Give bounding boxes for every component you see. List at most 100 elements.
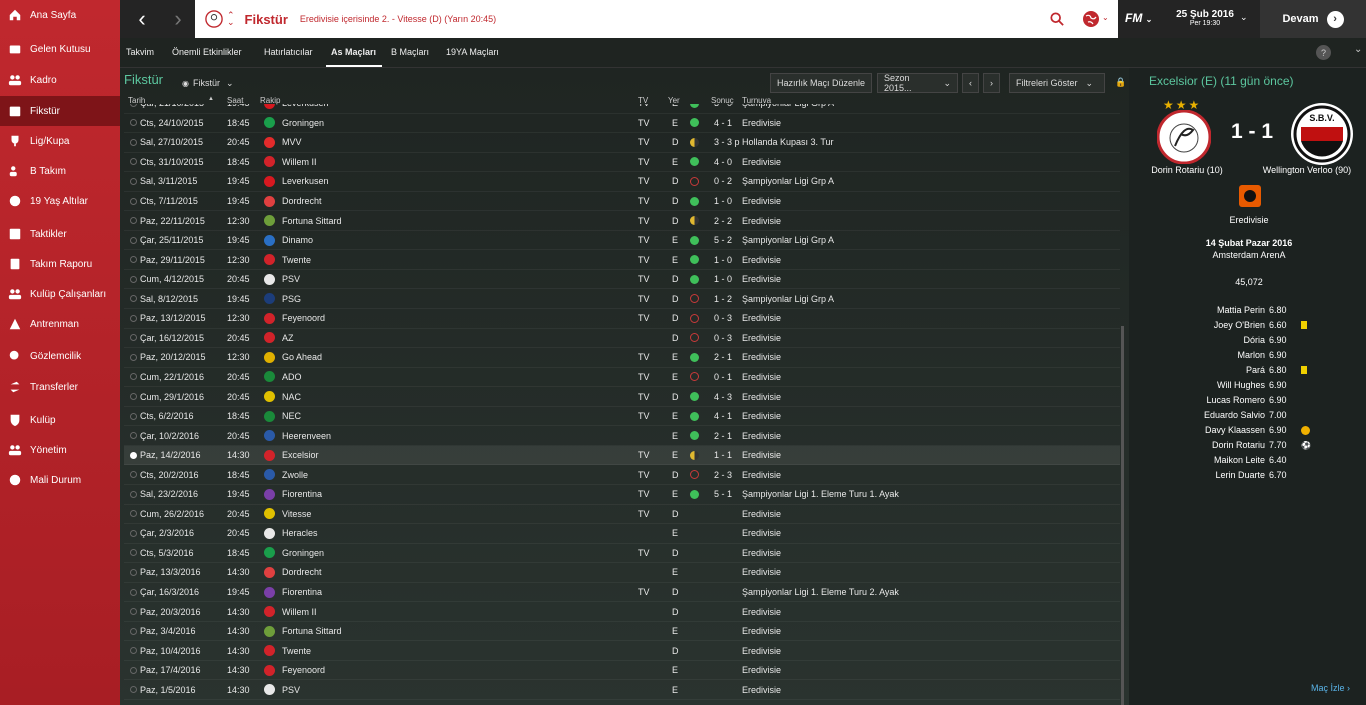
sidebar-item-transferler[interactable]: Transferler [0,372,120,402]
fixture-opponent[interactable]: Leverkusen [282,176,329,186]
fixture-competition[interactable]: Eredivisie [742,646,781,656]
row-select-radio[interactable] [130,295,137,303]
row-select-radio[interactable] [130,432,137,440]
row-select-radio[interactable] [130,104,137,107]
sidebar-item-antrenman[interactable]: Antrenman [0,309,120,339]
fixture-opponent[interactable]: NAC [282,392,301,402]
help-icon[interactable]: ? [1316,45,1331,60]
fixture-competition[interactable]: Eredivisie [742,255,781,265]
row-select-radio[interactable] [130,119,137,127]
fixture-competition[interactable]: Eredivisie [742,392,781,402]
fixture-opponent[interactable]: Dordrecht [282,567,322,577]
arrange-friendly-button[interactable]: Hazırlık Maçı Düzenle [770,73,873,93]
fixture-opponent[interactable]: Feyenoord [282,313,325,323]
scrollbar[interactable] [1121,326,1124,705]
fixture-opponent[interactable]: Heerenveen [282,431,331,441]
fixture-opponent[interactable]: Zwolle [282,470,308,480]
table-row[interactable]: Paz, 10/4/2016 14:30 Twente D Eredivisie [124,641,1120,661]
table-row[interactable]: Cts, 20/2/2016 18:45 Zwolle TV D 2 - 3 Eredivi… [124,465,1120,485]
row-select-radio[interactable] [130,256,137,264]
table-row[interactable]: Cts, 5/3/2016 18:45 Groningen TV D Eredivisie [124,544,1120,564]
fixture-competition[interactable]: Eredivisie [742,567,781,577]
row-select-radio[interactable] [130,393,137,400]
tab-hatirlaticilar[interactable]: Hatırlatıcılar [264,47,313,57]
row-select-radio[interactable] [130,177,137,185]
fixture-opponent[interactable]: Dinamo [282,235,313,245]
table-row[interactable]: Paz, 1/5/2016 14:30 PSV E Eredivisie [124,681,1120,700]
fixture-competition[interactable]: Eredivisie [742,450,781,460]
table-row[interactable]: Cts, 7/11/2015 19:45 Dordrecht TV D 1 - 0 Ered… [124,192,1120,212]
fixture-competition[interactable]: Eredivisie [742,196,781,206]
fixture-competition[interactable]: Eredivisie [742,470,781,480]
fixture-opponent[interactable]: MVV [282,137,302,147]
fixture-competition[interactable]: Eredivisie [742,509,781,519]
row-select-radio[interactable] [130,314,137,322]
fixture-competition[interactable]: Şampiyonlar Ligi Grp A [742,235,834,245]
next-match-info[interactable]: Eredivisie içerisinde 2. - Vitesse (D) (… [300,14,496,24]
fixture-competition[interactable]: Eredivisie [742,626,781,636]
fixture-opponent[interactable]: AZ [282,333,294,343]
sidebar-item-fikstür[interactable]: Fikstür [0,96,120,126]
table-row[interactable]: Cum, 22/1/2016 20:45 ADO TV E 0 - 1 Eredivisie [124,368,1120,388]
fixture-opponent[interactable]: Fiorentina [282,489,322,499]
sidebar-item-b-takım[interactable]: B Takım [0,156,120,186]
sidebar-item-kulüp[interactable]: Kulüp [0,405,120,435]
fixture-competition[interactable]: Şampiyonlar Ligi Grp A [742,176,834,186]
player-name[interactable]: Dorin Rotariu [1149,440,1265,450]
fixture-opponent[interactable]: NEC [282,411,301,421]
player-name[interactable]: Dória [1149,335,1265,345]
fixture-competition[interactable]: Şampiyonlar Ligi Grp A [742,104,834,108]
match-summary-title[interactable]: Excelsior (E) (11 gün önce) [1149,74,1294,88]
sidebar-item-kulüp-çalışanları[interactable]: Kulüp Çalışanları [0,279,120,309]
fixture-opponent[interactable]: Groningen [282,548,324,558]
row-select-radio[interactable] [130,236,137,244]
view-selector[interactable]: ◉ Fikstür ⌄ [176,73,240,93]
sidebar-item-ana-sayfa[interactable]: Ana Sayfa [0,0,120,30]
world-icon[interactable] [1082,10,1100,28]
sidebar-item-takım-raporu[interactable]: Takım Raporu [0,249,120,279]
row-select-radio[interactable] [130,451,137,459]
fixture-competition[interactable]: Eredivisie [742,333,781,343]
table-row[interactable]: Paz, 14/2/2016 14:30 Excelsior TV E 1 - 1 Ered… [124,445,1120,466]
switch-team-icon[interactable]: ⌃ ⌄ [227,11,235,27]
lock-icon[interactable]: 🔒 [1115,77,1126,88]
fixture-competition[interactable]: Eredivisie [742,352,781,362]
show-filters-button[interactable]: Filtreleri Göster ⌄ [1009,73,1105,93]
row-select-radio[interactable] [130,275,137,283]
player-name[interactable]: Pará [1149,365,1265,375]
fixture-opponent[interactable]: PSG [282,294,301,304]
tab-b-maclari[interactable]: B Maçları [391,47,429,57]
fixture-competition[interactable]: Eredivisie [742,274,781,284]
table-row[interactable]: Çar, 2/3/2016 20:45 Heracles E Eredivisie [124,524,1120,544]
tabs-dropdown-icon[interactable]: ⌄ [1354,44,1362,55]
row-select-radio[interactable] [130,412,137,420]
table-row[interactable]: Paz, 13/3/2016 14:30 Dordrecht E Eredivisie [124,563,1120,583]
player-name[interactable]: Maikon Leite [1149,455,1265,465]
tab-as-maclari[interactable]: As Maçları [331,47,376,57]
tab-19ya-maclari[interactable]: 19YA Maçları [446,47,499,57]
table-row[interactable]: Paz, 29/11/2015 12:30 Twente TV E 1 - 0 Erediv… [124,250,1120,270]
fixture-opponent[interactable]: Go Ahead [282,352,322,362]
table-row[interactable]: Cum, 26/2/2016 20:45 Vitesse TV D Eredivisie [124,505,1120,525]
row-select-radio[interactable] [130,549,137,557]
fixture-competition[interactable]: Eredivisie [742,313,781,323]
row-select-radio[interactable] [130,627,137,635]
sidebar-item-lig-kupa[interactable]: Lig/Kupa [0,126,120,156]
fixture-competition[interactable]: Eredivisie [742,431,781,441]
fixture-competition[interactable]: Şampiyonlar Ligi Grp A [742,294,834,304]
fixture-opponent[interactable]: Groningen [282,118,324,128]
row-select-radio[interactable] [130,471,137,479]
player-name[interactable]: Davy Klaassen [1149,425,1265,435]
table-row[interactable]: Sal, 8/12/2015 19:45 PSG TV D 1 - 2 Şampiyonla… [124,290,1120,309]
row-select-radio[interactable] [130,217,137,225]
row-select-radio[interactable] [130,510,137,518]
fixture-competition[interactable]: Eredivisie [742,685,781,695]
fixture-opponent[interactable]: Willem II [282,607,317,617]
row-select-radio[interactable] [130,666,137,674]
sidebar-item-mali-durum[interactable]: Mali Durum [0,465,120,495]
fixture-opponent[interactable]: Twente [282,646,311,656]
fixture-opponent[interactable]: Fiorentina [282,587,322,597]
tab-takvim[interactable]: Takvim [126,47,154,57]
fixture-opponent[interactable]: Willem II [282,157,317,167]
row-select-radio[interactable] [130,490,137,498]
